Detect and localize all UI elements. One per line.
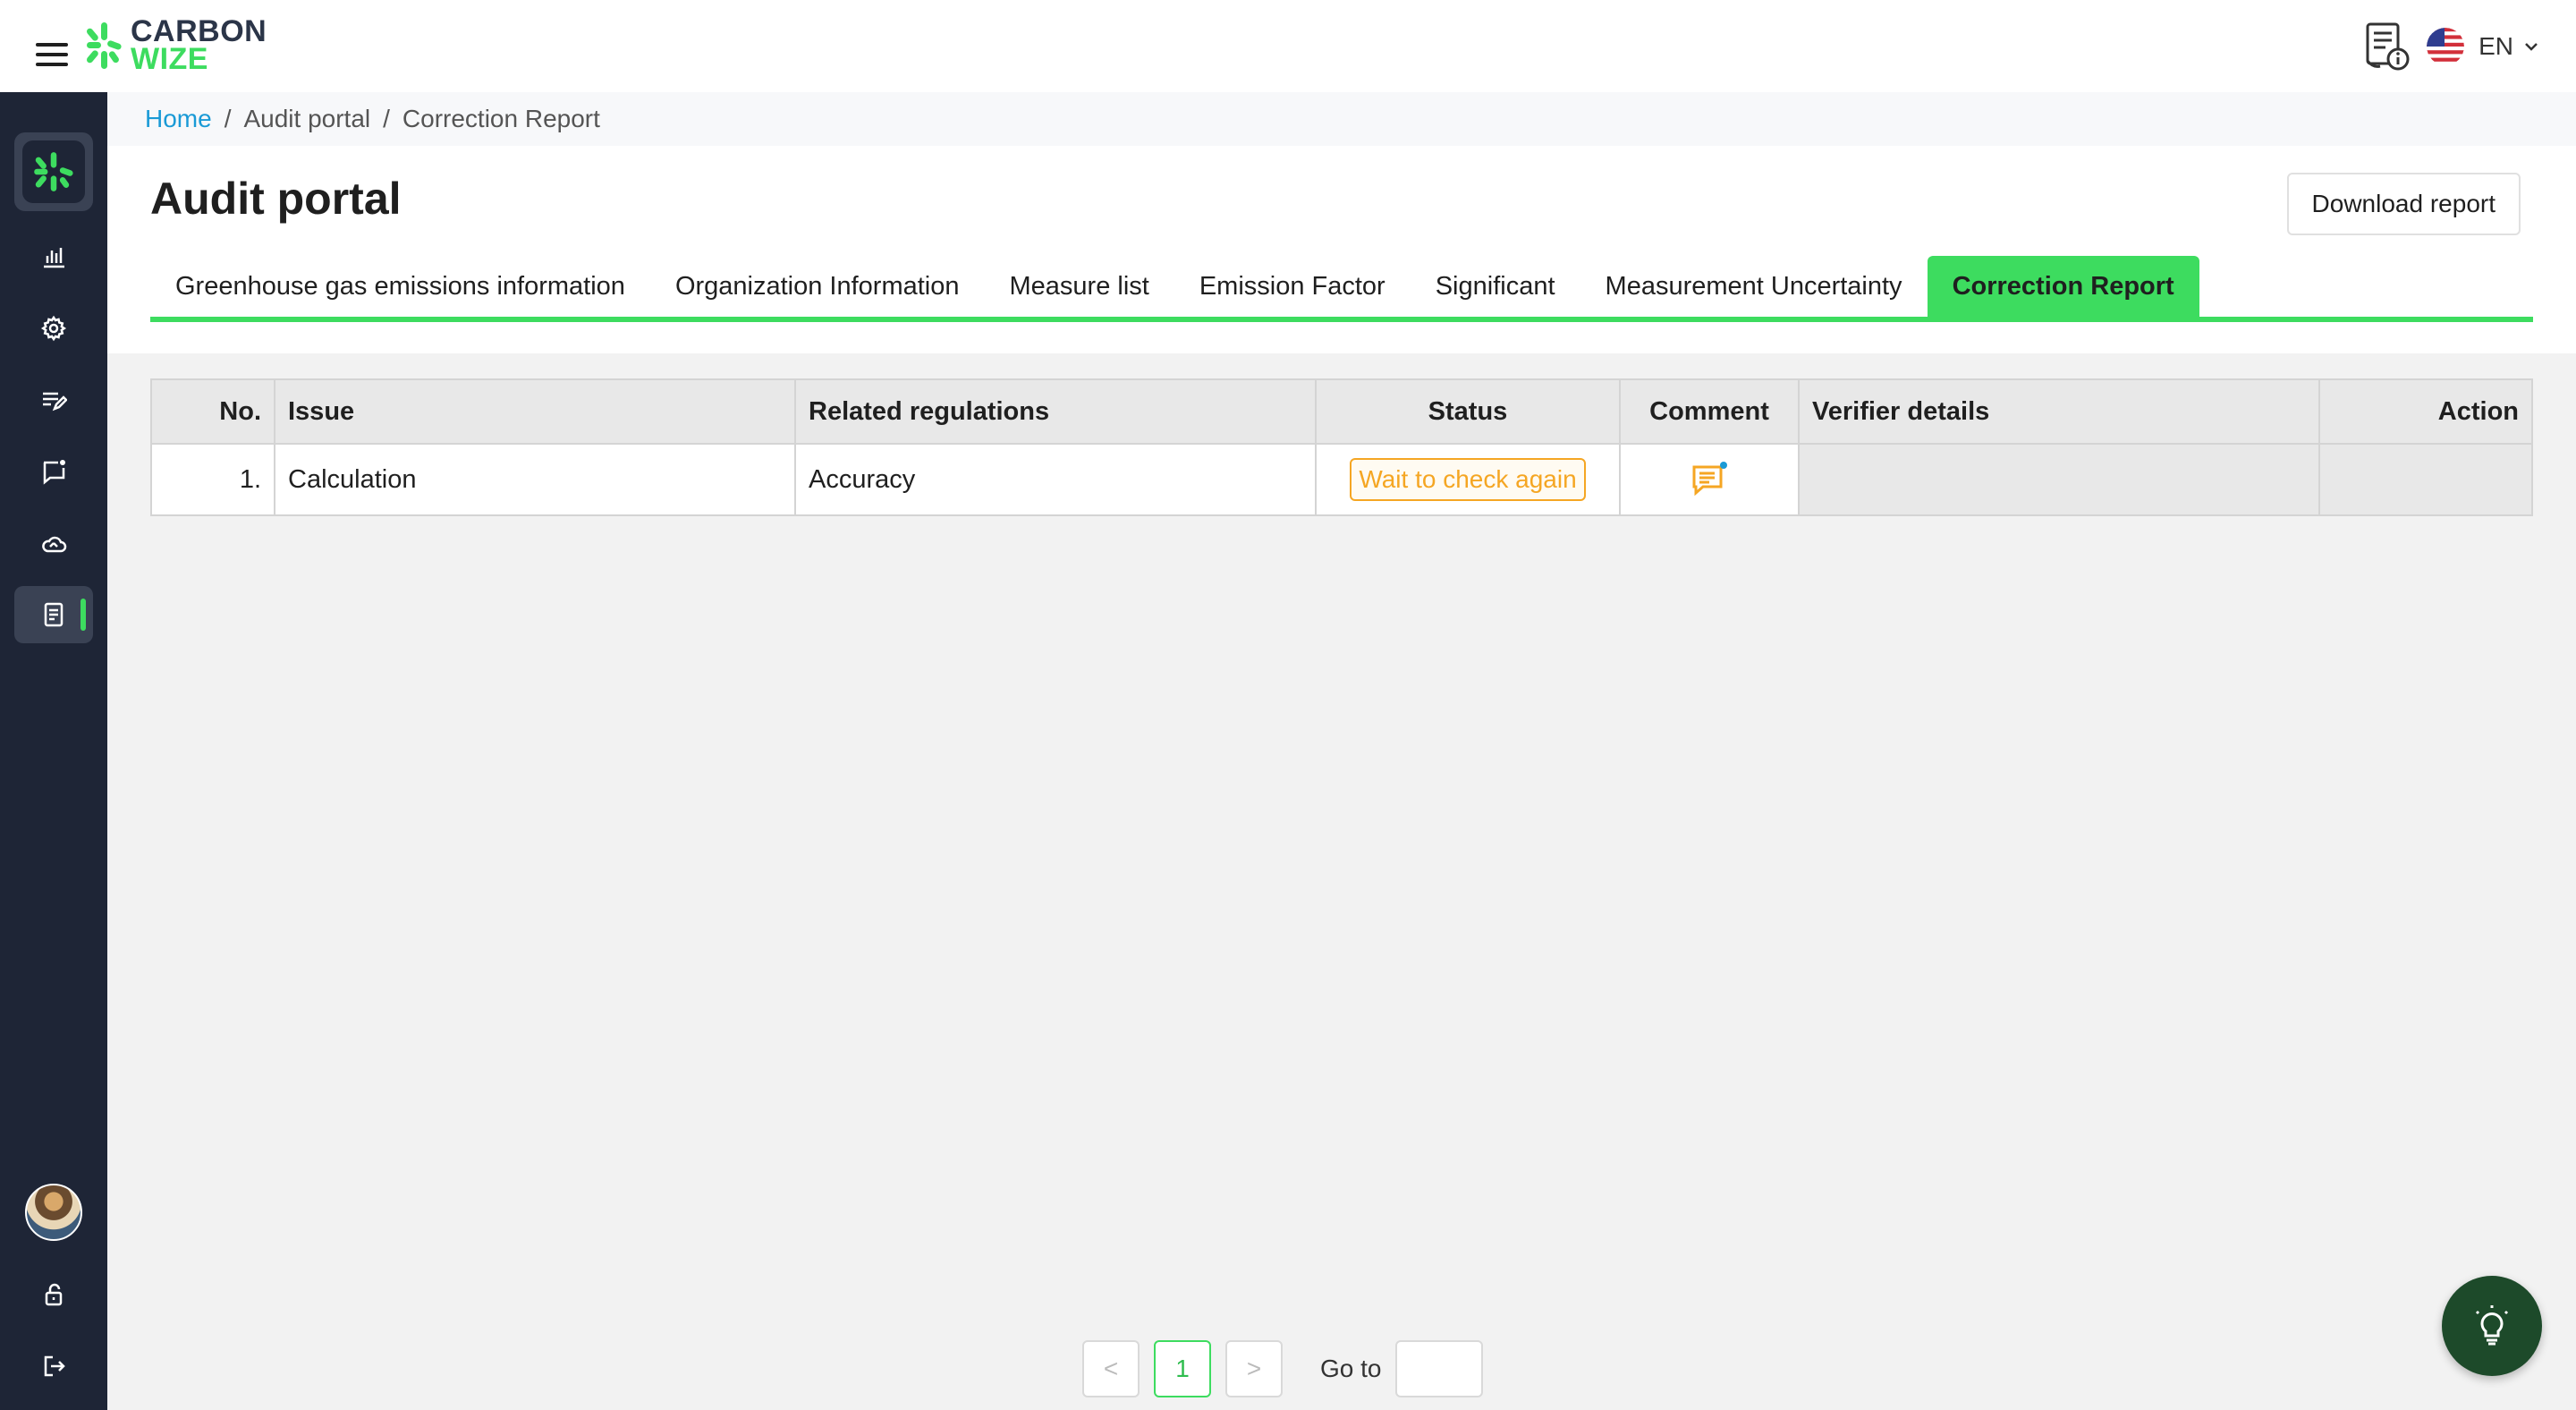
sidebar-item-data-entry[interactable] <box>14 371 93 429</box>
breadcrumb: Home / Audit portal / Correction Report <box>107 92 2576 146</box>
us-flag-icon <box>2427 28 2465 65</box>
active-indicator <box>80 599 86 631</box>
comment-icon[interactable] <box>1690 460 1729 499</box>
page-header: Audit portal Download report Greenhouse … <box>107 146 2576 353</box>
edit-list-icon <box>43 392 67 412</box>
user-avatar[interactable] <box>25 1184 82 1241</box>
breadcrumb-current: Correction Report <box>402 105 600 132</box>
download-report-button[interactable]: Download report <box>2286 173 2521 235</box>
tab-significant[interactable]: Significant <box>1411 256 1580 317</box>
header-right-controls: EN <box>2364 20 2540 73</box>
status-badge: Wait to check again <box>1350 458 1586 501</box>
table-row: 1. Calculation Accuracy Wait to check ag… <box>150 443 2533 516</box>
cell-related-regulations: Accuracy <box>794 443 1317 516</box>
column-header-related-regulations: Related regulations <box>794 378 1317 445</box>
tab-emission-factor[interactable]: Emission Factor <box>1174 256 1411 317</box>
next-page-button[interactable]: > <box>1225 1340 1283 1397</box>
column-header-issue: Issue <box>274 378 796 445</box>
goto-page-input[interactable] <box>1395 1340 1484 1397</box>
sidebar-item-settings[interactable] <box>14 300 93 357</box>
column-header-action: Action <box>2318 378 2533 445</box>
cloud-icon <box>42 536 67 553</box>
tab-organization-information[interactable]: Organization Information <box>650 256 985 317</box>
lightbulb-icon <box>2475 1305 2509 1346</box>
logout-icon <box>44 1355 65 1377</box>
correction-report-table: No. Issue Related regulations Status Com… <box>150 378 2533 516</box>
carbonwize-logo-mark-icon <box>86 22 122 69</box>
column-header-status: Status <box>1315 378 1621 445</box>
tab-correction-report[interactable]: Correction Report <box>1927 256 2199 317</box>
sidebar-item-messages[interactable] <box>14 443 93 500</box>
sidebar-logo[interactable] <box>14 132 93 211</box>
cell-status: Wait to check again <box>1315 443 1621 516</box>
cell-action <box>2318 443 2533 516</box>
sidebar-item-logout[interactable] <box>14 1338 93 1395</box>
sidebar <box>0 92 107 1410</box>
language-label: EN <box>2479 32 2513 60</box>
column-header-comment: Comment <box>1619 378 1800 445</box>
sidebar-item-dashboard[interactable] <box>14 228 93 285</box>
prev-page-button[interactable]: < <box>1082 1340 1140 1397</box>
lock-open-icon <box>45 1283 63 1306</box>
language-selector[interactable]: EN <box>2427 28 2540 65</box>
breadcrumb-parent[interactable]: Audit portal <box>243 105 370 133</box>
message-square-icon <box>43 460 65 485</box>
sidebar-item-audit-report[interactable] <box>14 586 93 643</box>
logo-text: CARBON WIZE <box>131 16 267 76</box>
cell-issue: Calculation <box>274 443 796 516</box>
cell-comment <box>1619 443 1800 516</box>
tab-greenhouse-gas-emissions[interactable]: Greenhouse gas emissions information <box>150 256 650 317</box>
bar-chart-icon <box>44 248 64 268</box>
sidebar-item-cloud[interactable] <box>14 514 93 572</box>
table-header: No. Issue Related regulations Status Com… <box>150 378 2533 445</box>
column-header-no: No. <box>150 378 275 445</box>
cell-no: 1. <box>150 443 275 516</box>
document-info-icon[interactable] <box>2364 21 2411 72</box>
breadcrumb-separator: / <box>383 105 390 132</box>
carbonwize-mark-icon <box>34 152 73 191</box>
page-number-button[interactable]: 1 <box>1154 1340 1211 1397</box>
column-header-verifier-details: Verifier details <box>1798 378 2320 445</box>
logo-line-2: WIZE <box>131 42 208 76</box>
report-document-icon <box>44 602 64 627</box>
table-body: 1. Calculation Accuracy Wait to check ag… <box>150 443 2533 516</box>
sidebar-logo-inner <box>22 140 85 203</box>
table: No. Issue Related regulations Status Com… <box>150 378 2533 516</box>
tab-bar: Greenhouse gas emissions information Org… <box>150 256 2533 322</box>
help-fab-button[interactable] <box>2442 1276 2542 1376</box>
cell-verifier-details <box>1798 443 2320 516</box>
hamburger-menu-icon[interactable] <box>36 43 68 66</box>
breadcrumb-home-link[interactable]: Home <box>145 105 212 133</box>
pagination: < 1 > Go to <box>1082 1340 1484 1397</box>
gear-icon <box>40 315 67 342</box>
goto-label: Go to <box>1320 1355 1382 1382</box>
page-title: Audit portal <box>150 174 402 224</box>
table-header-row: No. Issue Related regulations Status Com… <box>150 378 2533 445</box>
top-header: CARBON WIZE EN <box>0 0 2576 92</box>
tab-measurement-uncertainty[interactable]: Measurement Uncertainty <box>1580 256 1928 317</box>
chevron-down-icon <box>2525 43 2538 51</box>
sidebar-item-lock[interactable] <box>14 1266 93 1323</box>
carbonwize-logo[interactable]: CARBON WIZE <box>84 16 267 75</box>
tab-measure-list[interactable]: Measure list <box>985 256 1174 317</box>
breadcrumb-separator: / <box>224 105 232 132</box>
